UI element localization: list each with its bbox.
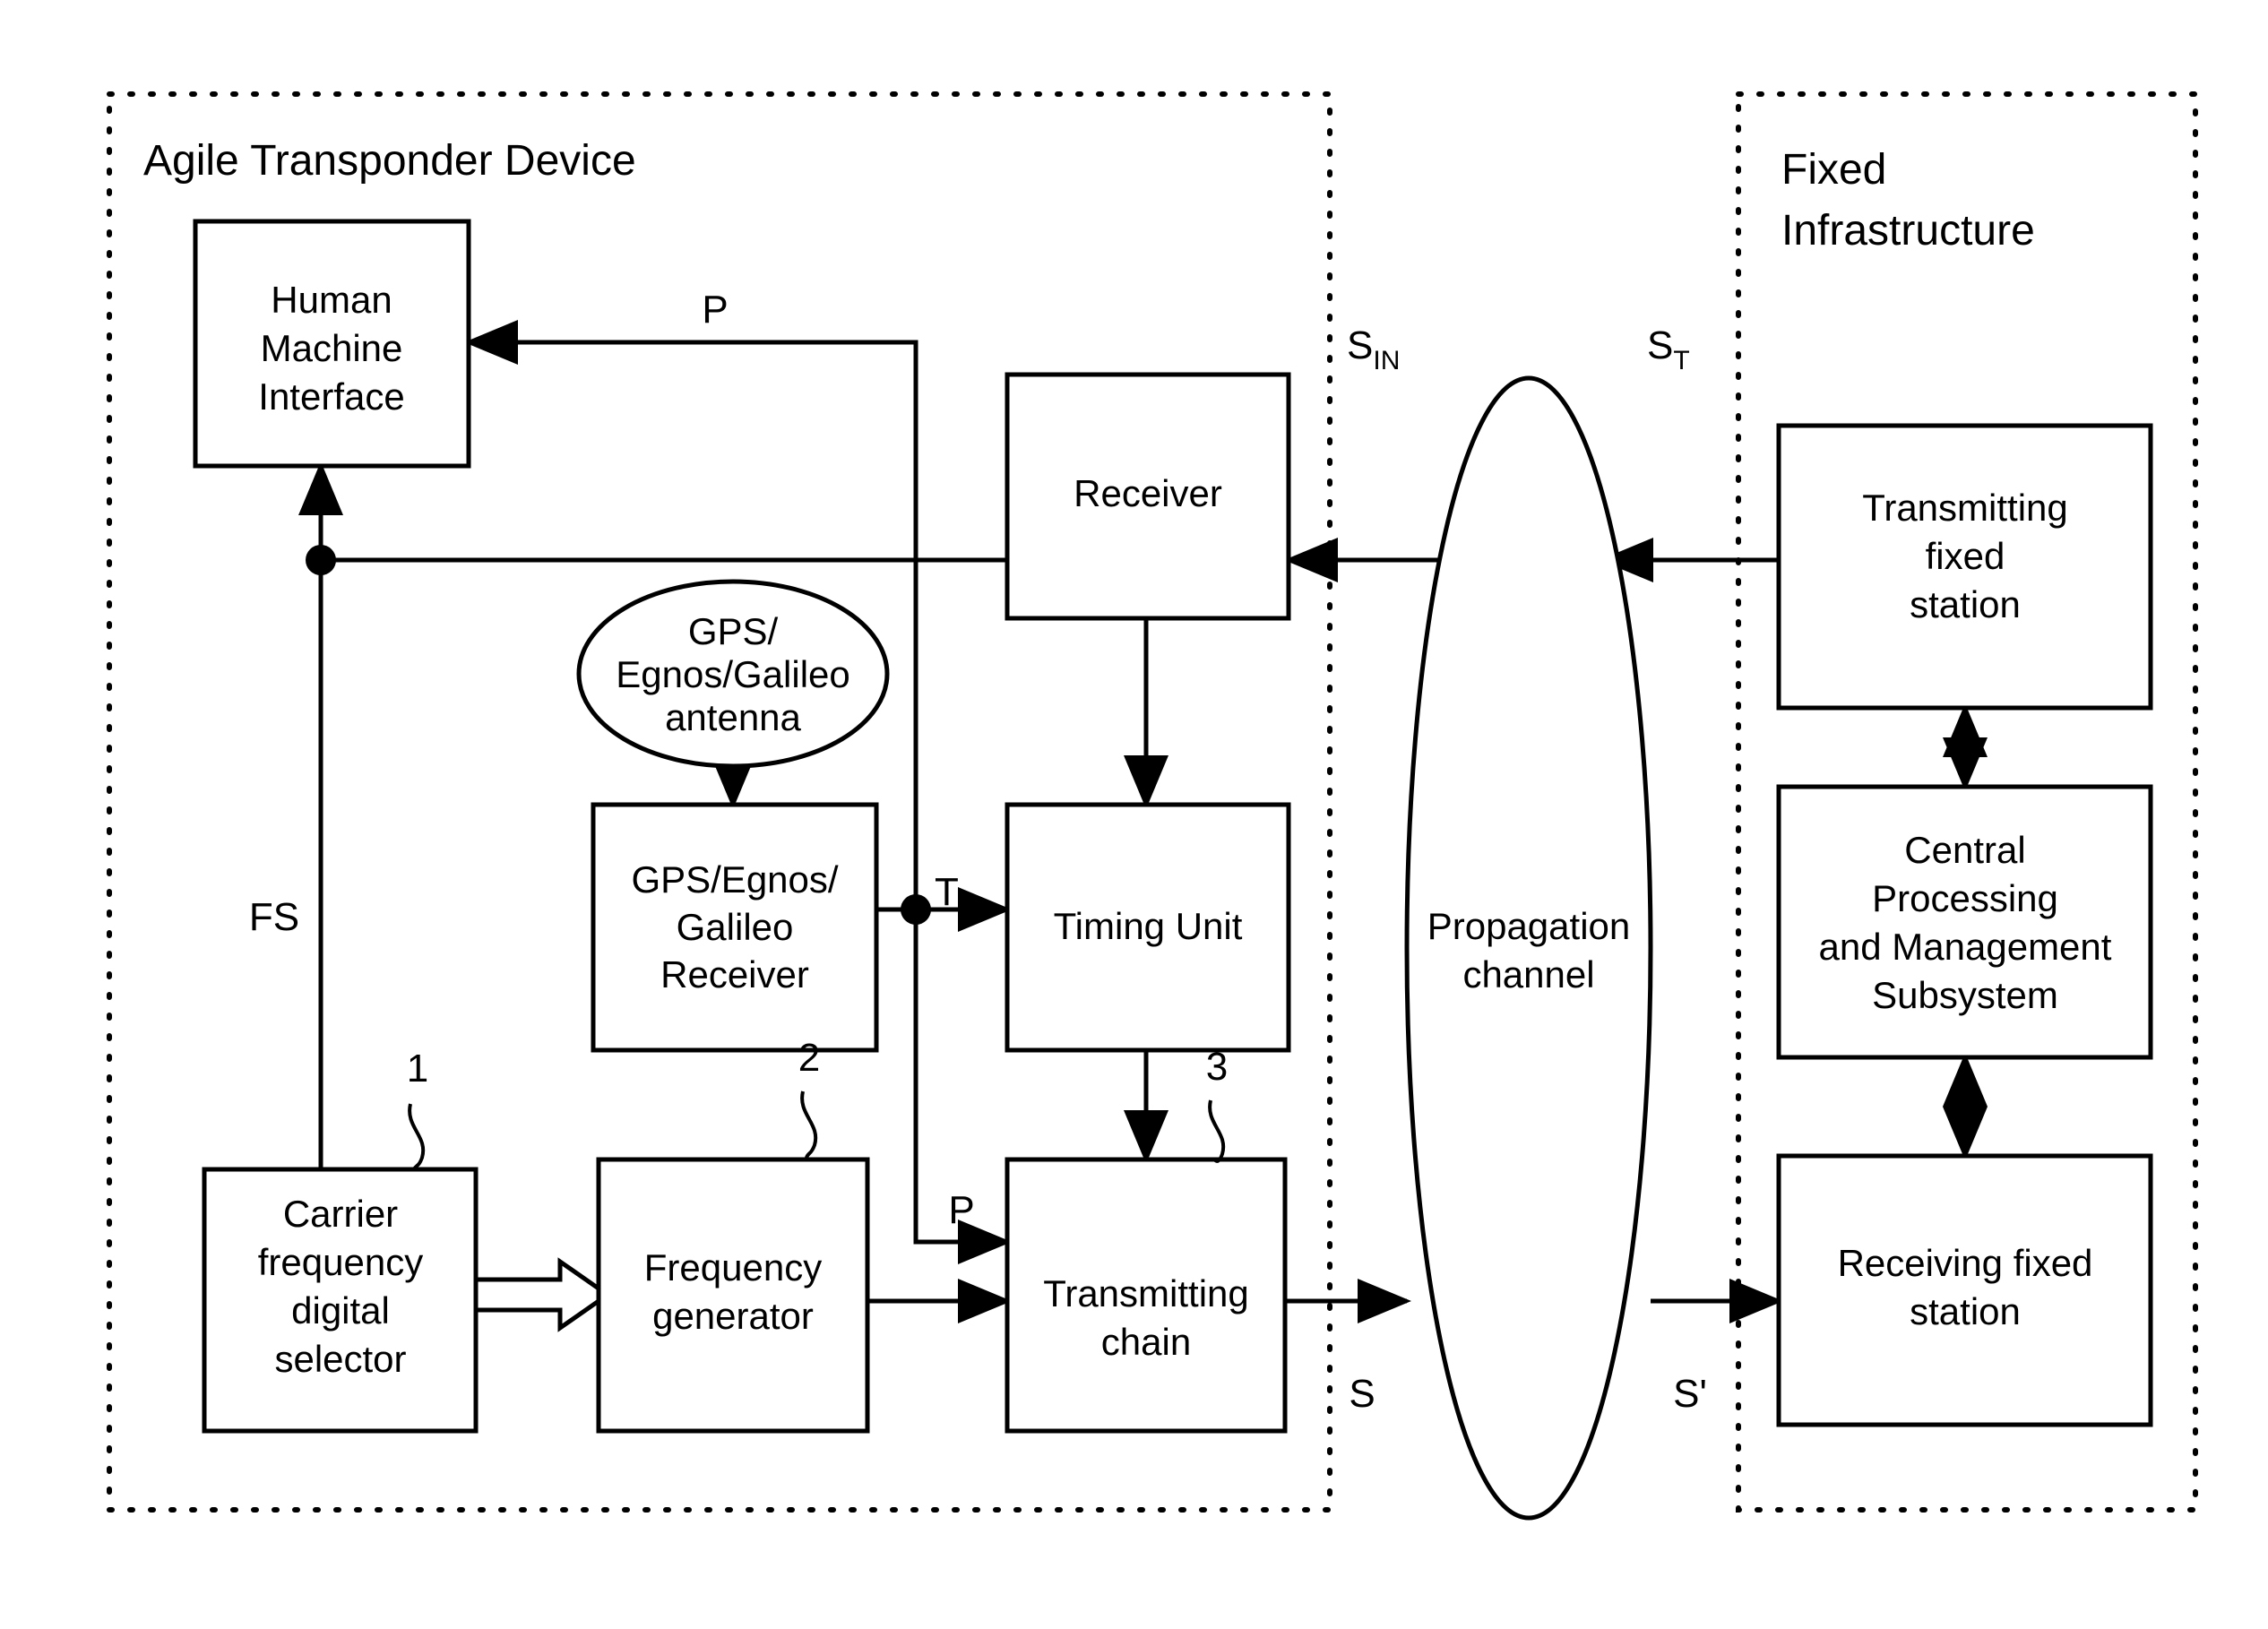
- diagram-canvas: Human Machine Interface GPS/ Egnos/Galil…: [0, 0, 2268, 1629]
- propagation-channel-label-line1: Propagation: [1427, 905, 1631, 947]
- carrier-selector-label-line2: frequency: [258, 1241, 423, 1283]
- timing-unit-label: Timing Unit: [1054, 905, 1243, 947]
- group-title-fixed-line1: Fixed: [1781, 146, 1886, 194]
- gps-receiver-label-line2: Galileo: [677, 906, 794, 948]
- gps-antenna-label-line3: antenna: [665, 696, 801, 738]
- svg-text:ST: ST: [1647, 323, 1690, 375]
- signal-label-tg-sub: G: [959, 892, 979, 922]
- gps-antenna-label-line2: Egnos/Galileo: [616, 653, 850, 695]
- central-label-line2: Processing: [1872, 877, 2058, 919]
- freq-generator-label-line1: Frequency: [644, 1246, 822, 1289]
- transmitting-chain-label-line1: Transmitting: [1043, 1272, 1249, 1314]
- rx-station-label-line1: Receiving fixed: [1838, 1242, 2093, 1284]
- ref-number-2: 2: [798, 1036, 820, 1080]
- rx-station-label-line2: station: [1910, 1290, 2021, 1332]
- central-label-line4: Subsystem: [1872, 974, 2058, 1016]
- ref-number-1: 1: [407, 1047, 428, 1090]
- propagation-channel-label-line2: channel: [1462, 953, 1594, 996]
- hmi-label-line2: Machine: [261, 327, 403, 369]
- signal-label-p-top: P: [702, 288, 728, 332]
- signal-label-tg-base: T: [935, 870, 959, 914]
- ref-number-3: 3: [1206, 1045, 1228, 1089]
- signal-label-s-in-sub: IN: [1373, 346, 1400, 375]
- carrier-selector-label-line1: Carrier: [283, 1193, 398, 1235]
- signal-label-s-t: ST: [1647, 323, 1690, 375]
- block-arrow-carrier-to-frequency: [473, 1257, 612, 1332]
- signal-label-s-in-base: S: [1347, 323, 1373, 367]
- signal-label-s-prime: S': [1673, 1372, 1707, 1416]
- carrier-selector-label-line4: selector: [274, 1338, 406, 1380]
- signal-label-tg: TG: [935, 870, 979, 922]
- gps-antenna-label-line1: GPS/: [688, 610, 779, 652]
- hmi-label-line3: Interface: [258, 375, 404, 418]
- central-label-line3: and Management: [1819, 926, 2112, 968]
- signal-label-p-bottom: P: [948, 1188, 974, 1232]
- receiver-label: Receiver: [1074, 472, 1222, 514]
- signal-label-s-t-base: S: [1647, 323, 1673, 367]
- signal-label-s-t-sub: T: [1673, 346, 1689, 375]
- transmitting-chain-label-line2: chain: [1101, 1321, 1191, 1363]
- block-central-processing-management[interactable]: [1776, 784, 2153, 1060]
- freq-generator-label-line2: generator: [652, 1295, 814, 1337]
- signal-label-fs: FS: [249, 895, 299, 939]
- block-propagation-channel[interactable]: [1404, 375, 1653, 1521]
- tx-station-label-line1: Transmitting: [1862, 487, 2068, 529]
- hmi-label-line1: Human: [271, 279, 392, 321]
- gps-receiver-label-line1: GPS/Egnos/: [631, 858, 838, 901]
- group-title-fixed-line2: Infrastructure: [1781, 207, 2035, 254]
- ref-leader-1: [408, 1103, 426, 1170]
- signal-label-s: S: [1349, 1372, 1375, 1416]
- group-title-agile-transponder: Agile Transponder Device: [143, 137, 636, 185]
- svg-text:TG: TG: [935, 870, 979, 922]
- ref-leader-3: [1208, 1099, 1226, 1163]
- ref-leader-2: [800, 1090, 818, 1159]
- tx-station-label-line2: fixed: [1926, 535, 2005, 577]
- tx-station-label-line3: station: [1910, 583, 2021, 625]
- carrier-selector-label-line3: digital: [291, 1289, 390, 1332]
- svg-text:SIN: SIN: [1347, 323, 1400, 375]
- central-label-line1: Central: [1904, 829, 2025, 871]
- signal-label-s-in: SIN: [1347, 323, 1400, 375]
- gps-receiver-label-line3: Receiver: [660, 953, 809, 996]
